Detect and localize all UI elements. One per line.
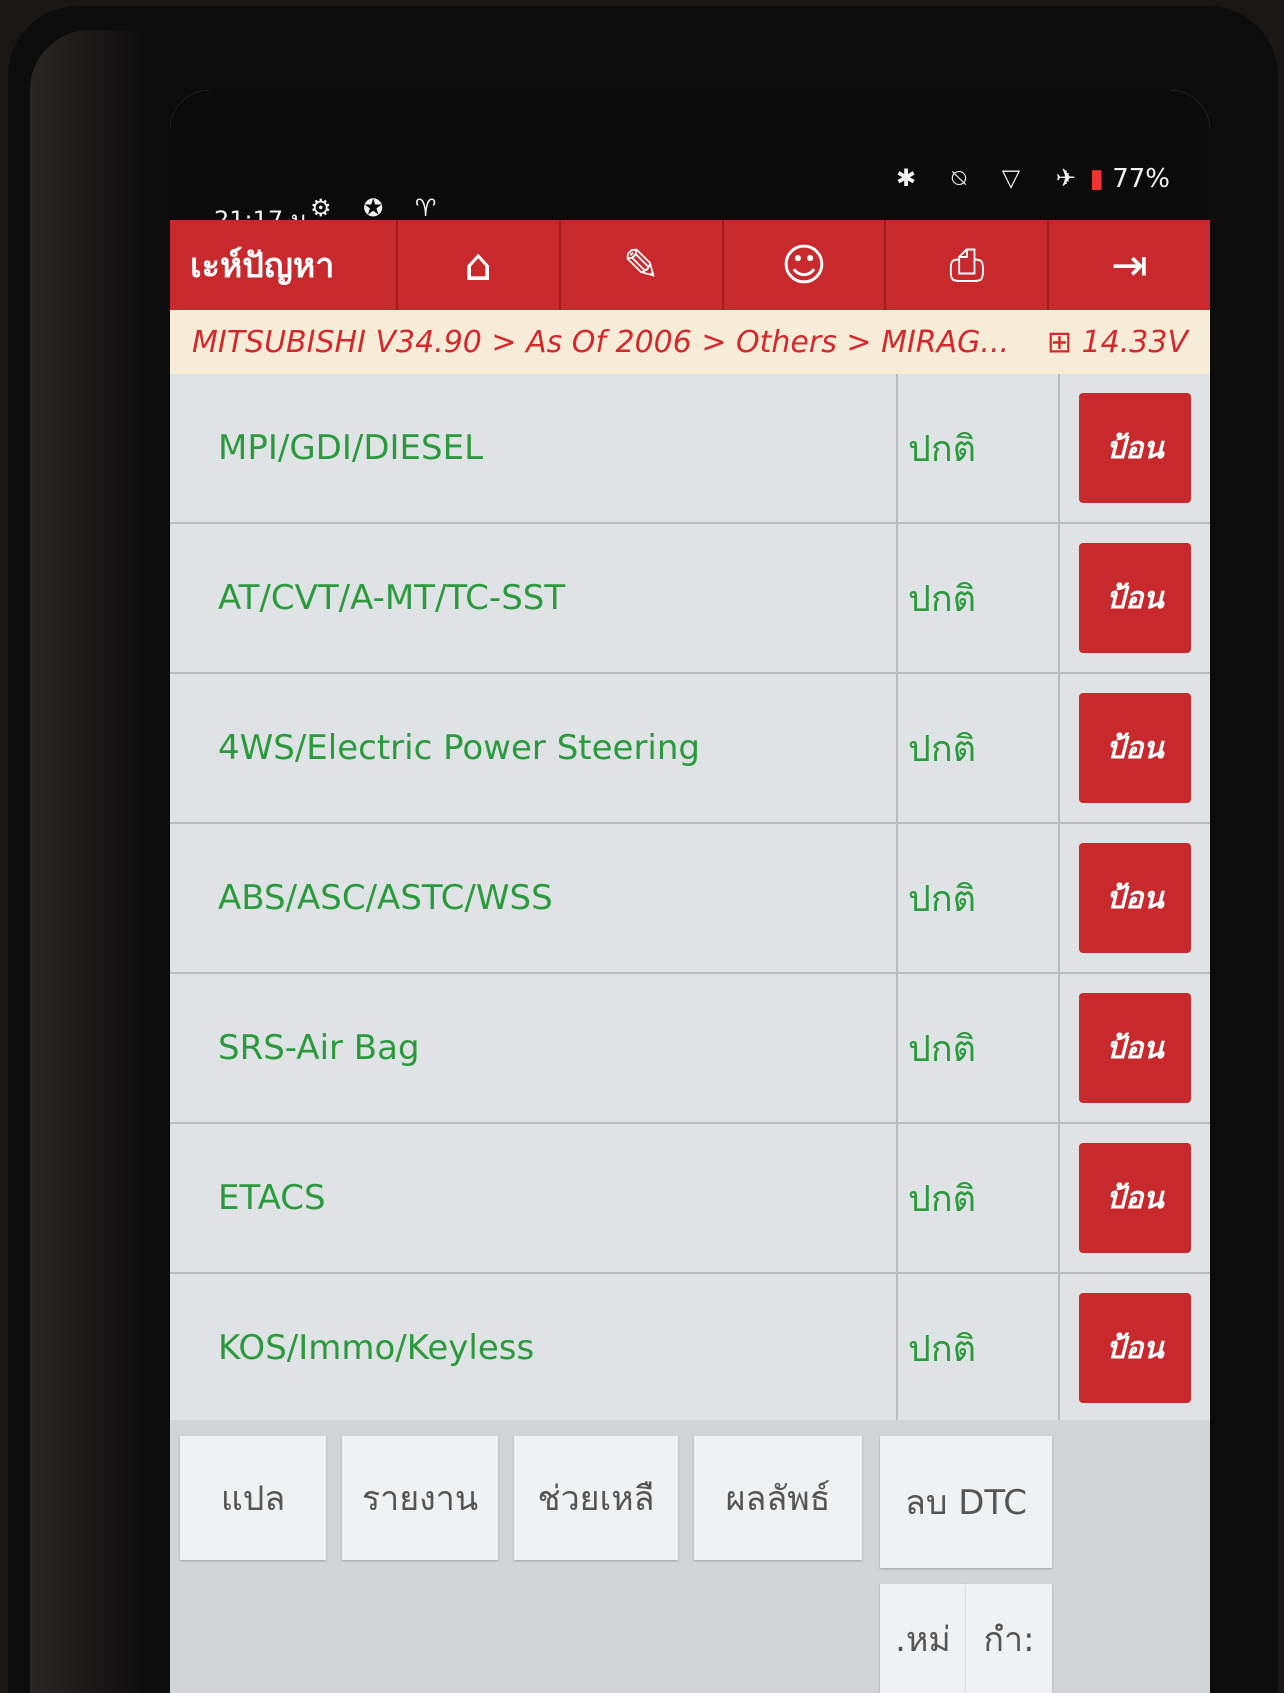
system-status: ปกติ xyxy=(896,824,1058,972)
system-action-cell: ป้อน xyxy=(1058,824,1210,972)
voltage-value: 14.33V xyxy=(1081,324,1188,360)
edit-button[interactable]: ✎ xyxy=(558,220,722,310)
gear-icon: ⚙ xyxy=(310,194,344,222)
system-status: ปกติ xyxy=(896,1124,1058,1272)
status-bar: 21:17 น. ⚙ ✪ ♈ ✱ ⍉ ▽ ✈ ▮ 77% xyxy=(170,90,1210,234)
status-right-icons: ✱ ⍉ ▽ ✈ xyxy=(896,164,1090,192)
battery-icon: ▮ xyxy=(1089,164,1104,194)
system-action-cell: ป้อน xyxy=(1058,374,1210,522)
battery-indicator: ▮ 77% xyxy=(1090,164,1170,194)
print-button[interactable]: ⎙ xyxy=(884,220,1047,310)
system-list: MPI/GDI/DIESEL ปกติ ป้อน AT/CVT/A-MT/TC-… xyxy=(170,374,1210,1424)
system-action-cell: ป้อน xyxy=(1058,674,1210,822)
system-status: ปกติ xyxy=(896,674,1058,822)
enter-button[interactable]: ป้อน xyxy=(1079,993,1191,1103)
enter-button[interactable]: ป้อน xyxy=(1079,543,1191,653)
print-icon: ⎙ xyxy=(949,239,985,291)
system-name: 4WS/Electric Power Steering xyxy=(218,728,700,768)
exit-icon: ⇥ xyxy=(1111,239,1149,291)
system-name: ETACS xyxy=(218,1178,326,1218)
enter-button[interactable]: ป้อน xyxy=(1079,1293,1191,1403)
system-status: ปกติ xyxy=(896,1274,1058,1422)
edit-icon: ✎ xyxy=(622,239,660,291)
system-row: SRS-Air Bag ปกติ ป้อน xyxy=(170,974,1210,1124)
system-name: KOS/Immo/Keyless xyxy=(218,1328,535,1368)
system-name: ABS/ASC/ASTC/WSS xyxy=(218,878,553,918)
home-icon: ⌂ xyxy=(464,239,493,291)
support-icon: ☺ xyxy=(781,239,827,291)
mute-icon: ⍉ xyxy=(951,164,981,192)
enter-button[interactable]: ป้อน xyxy=(1079,393,1191,503)
exit-button[interactable]: ⇥ xyxy=(1047,220,1210,310)
stethoscope-icon: ♈ xyxy=(414,194,449,222)
enter-button[interactable]: ป้อน xyxy=(1079,843,1191,953)
system-action-cell: ป้อน xyxy=(1058,1274,1210,1422)
translate-button[interactable]: แปล xyxy=(180,1436,326,1560)
system-action-cell: ป้อน xyxy=(1058,974,1210,1122)
system-action-cell: ป้อน xyxy=(1058,524,1210,672)
enter-button[interactable]: ป้อน xyxy=(1079,1143,1191,1253)
breadcrumb: MITSUBISHI V34.90 > As Of 2006 > Others … xyxy=(170,310,1210,374)
bottom-action-bar: แปล รายงาน ช่วยเหลื ผลลัพธ์ ลบ DTC .หม่ … xyxy=(170,1420,1210,1693)
toolbar-title: เะห์ปัญหา xyxy=(190,246,335,286)
battery-voltage-icon: ⊞ xyxy=(1046,324,1073,360)
system-action-cell: ป้อน xyxy=(1058,1124,1210,1272)
system-row: AT/CVT/A-MT/TC-SST ปกติ ป้อน xyxy=(170,524,1210,674)
enter-button[interactable]: ป้อน xyxy=(1079,693,1191,803)
system-status: ปกติ xyxy=(896,524,1058,672)
in-progress-button[interactable]: กำ: xyxy=(966,1584,1052,1693)
voltage-readout: ⊞ 14.33V xyxy=(1047,325,1210,360)
system-status: ปกติ xyxy=(896,374,1058,522)
clear-dtc-button[interactable]: ลบ DTC xyxy=(880,1436,1052,1568)
breadcrumb-path: MITSUBISHI V34.90 > As Of 2006 > Others … xyxy=(192,324,1010,360)
system-row: MPI/GDI/DIESEL ปกติ ป้อน xyxy=(170,374,1210,524)
result-button[interactable]: ผลลัพธ์ xyxy=(694,1436,862,1560)
system-name: SRS-Air Bag xyxy=(218,1028,420,1068)
system-row: KOS/Immo/Keyless ปกติ ป้อน xyxy=(170,1274,1210,1424)
airplane-icon: ✈ xyxy=(1055,164,1090,192)
report-button[interactable]: รายงาน xyxy=(342,1436,498,1560)
system-row: ETACS ปกติ ป้อน xyxy=(170,1124,1210,1274)
battery-percent: 77% xyxy=(1112,164,1170,194)
new-button[interactable]: .หม่ xyxy=(880,1584,966,1693)
app-toolbar: เะห์ปัญหา ⌂ ✎ ☺ ⎙ ⇥ xyxy=(170,220,1210,310)
help-button[interactable]: ช่วยเหลื xyxy=(514,1436,678,1560)
system-row: ABS/ASC/ASTC/WSS ปกติ ป้อน xyxy=(170,824,1210,974)
support-button[interactable]: ☺ xyxy=(721,220,885,310)
status-left-icons: ⚙ ✪ ♈ xyxy=(310,194,448,222)
system-row: 4WS/Electric Power Steering ปกติ ป้อน xyxy=(170,674,1210,824)
tablet-screen: 21:17 น. ⚙ ✪ ♈ ✱ ⍉ ▽ ✈ ▮ 77% เะห์ปัญหา ⌂… xyxy=(170,90,1210,1693)
wifi-icon: ▽ xyxy=(1001,164,1035,192)
device-case-edge xyxy=(30,30,140,1693)
tool-icon: ✪ xyxy=(363,194,396,222)
home-button[interactable]: ⌂ xyxy=(396,220,559,310)
bluetooth-icon: ✱ xyxy=(895,164,931,192)
system-name: AT/CVT/A-MT/TC-SST xyxy=(218,578,566,618)
system-status: ปกติ xyxy=(896,974,1058,1122)
system-name: MPI/GDI/DIESEL xyxy=(218,428,484,468)
